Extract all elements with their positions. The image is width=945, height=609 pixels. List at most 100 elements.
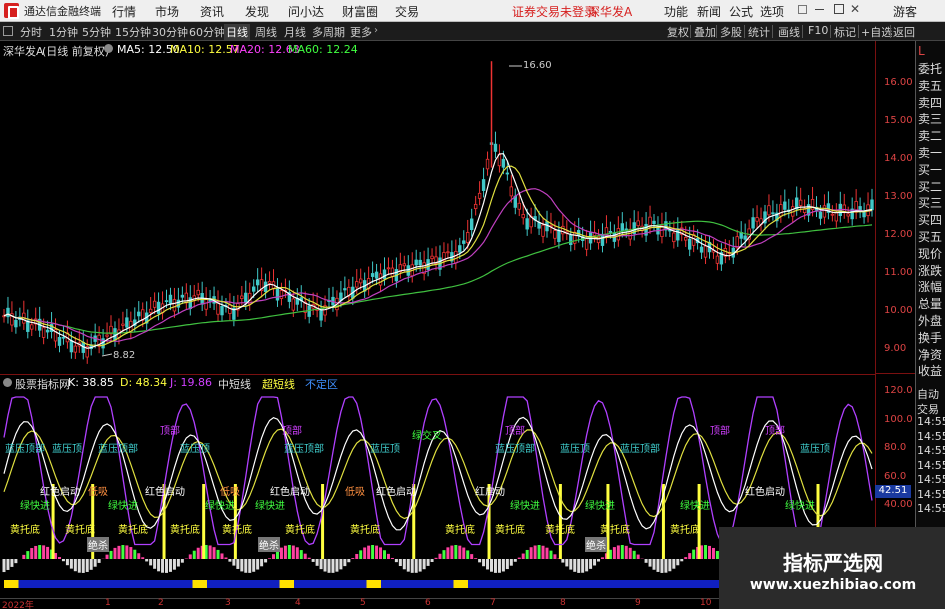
candle-body [771,212,775,215]
btn-draw[interactable]: 画线 [778,24,800,40]
sidebar-item[interactable]: 涨跌 [918,262,942,279]
btn-add-watchlist[interactable]: +自选 [861,24,892,40]
histogram-bar [287,545,291,559]
signal-label: 黄托底 [600,525,630,536]
trend-stripe [598,580,613,588]
histogram-bar [272,554,276,559]
sidebar-collapse[interactable]: L [918,44,925,58]
menu-market[interactable]: 市场 [155,3,179,20]
btn-mark[interactable]: 标记 [834,24,856,40]
sidebar-item[interactable]: 卖三 [918,110,942,127]
histogram-bar [323,559,327,572]
menu-ask[interactable]: 问小达 [288,3,324,20]
tab-multi-period[interactable]: 多周期 [310,24,347,40]
candle-body [584,238,589,250]
candle-body [743,235,747,240]
sidebar-item[interactable]: 买一 [918,161,942,178]
histogram-bar [648,559,652,567]
tab-daily[interactable]: 日线 [224,24,250,40]
sidebar-item[interactable]: 外盘 [918,312,942,329]
restore-icon[interactable] [798,5,807,14]
trend-stripe [366,580,381,588]
price-tick: 15.00 [884,115,913,126]
btn-f10[interactable]: F10 [808,24,828,37]
month-label: 6 [425,598,431,608]
tab-1min[interactable]: 1分钟 [47,24,80,40]
histogram-bar [517,557,521,559]
sidebar-item[interactable]: 买三 [918,194,942,211]
current-value-box: 42.51 [875,485,911,498]
signal-label: 蓝压顶 [800,444,830,455]
menu-trade[interactable]: 交易 [395,3,419,20]
tab-60min[interactable]: 60分钟 [187,24,227,40]
guest-label[interactable]: 游客 [893,3,917,20]
histogram-bar [351,558,355,559]
tab-weekly[interactable]: 周线 [253,24,279,40]
histogram-bar [462,547,466,559]
histogram-bar [65,559,69,566]
settings-gear-icon[interactable] [104,44,113,53]
indicator-settings-icon[interactable] [3,378,12,387]
close-icon[interactable]: ✕ [850,2,860,16]
sidebar-item[interactable]: 委托 [918,60,942,77]
tab-30min[interactable]: 30分钟 [150,24,190,40]
signal-label: 黄托底 [670,525,700,536]
sidebar-item[interactable]: 现价 [918,245,942,262]
signal-bar [202,484,206,559]
btn-statistics[interactable]: 统计 [748,24,770,40]
btn-overlay[interactable]: 叠加 [694,24,716,40]
btn-multi-stock[interactable]: 多股 [720,24,742,40]
candle-body [779,204,783,217]
sidebar-item[interactable]: 卖一 [918,144,942,161]
tab-more[interactable]: 更多 [348,24,374,40]
menu-news[interactable]: 资讯 [200,3,224,20]
candle-body [636,220,640,227]
menu-options[interactable]: 选项 [760,3,784,20]
menu-wealth[interactable]: 财富圈 [342,3,378,20]
candle-body [501,158,506,168]
histogram-bar [680,559,684,562]
signal-label: 蓝压顶 [370,444,400,455]
tab-15min[interactable]: 15分钟 [113,24,153,40]
chevron-right-icon[interactable]: › [374,25,378,36]
histogram-bar [77,559,81,573]
sidebar-item[interactable]: 换手 [918,329,942,346]
candle-body [830,213,835,216]
tab-5min[interactable]: 5分钟 [80,24,113,40]
menu-formula[interactable]: 公式 [729,3,753,20]
histogram-bar [664,559,668,573]
sidebar-item[interactable]: 卖四 [918,94,942,111]
minimize-icon[interactable] [815,9,824,10]
login-notice[interactable]: 证券交易未登录 [512,3,596,20]
histogram-bar [569,559,573,570]
sidebar-item[interactable]: 卖二 [918,127,942,144]
tab-intraday[interactable]: 分时 [18,24,44,40]
sidebar-item[interactable]: 买五 [918,228,942,245]
tab-monthly[interactable]: 月线 [282,24,308,40]
sidebar-item[interactable]: 净资 [918,346,942,363]
btn-back[interactable]: 返回 [893,24,915,40]
candle-body [715,255,720,264]
sidebar-item[interactable]: 卖五 [918,77,942,94]
histogram-bar [497,559,501,573]
candlestick-chart[interactable] [0,57,875,374]
menu-quotes[interactable]: 行情 [112,3,136,20]
menu-function[interactable]: 功能 [664,3,688,20]
histogram-bar [153,559,157,569]
histogram-bar [529,547,533,559]
candle-body [244,292,248,304]
sidebar-item[interactable]: 涨幅 [918,278,942,295]
menu-discover[interactable]: 发现 [245,3,269,20]
candle-body [684,237,688,241]
sidebar-item[interactable]: 买四 [918,211,942,228]
histogram-bar [283,545,287,559]
price-tick: 11.00 [884,267,913,278]
menu-grid-icon[interactable] [3,26,13,36]
maximize-icon[interactable] [834,4,844,14]
sidebar-item[interactable]: 买二 [918,178,942,195]
menu-news-right[interactable]: 新闻 [697,3,721,20]
sidebar-item[interactable]: 收益 [918,362,942,379]
sidebar-item[interactable]: 总量 [918,295,942,312]
btn-adjust[interactable]: 复权 [667,24,689,40]
signal-label: 低吸 [345,487,365,498]
